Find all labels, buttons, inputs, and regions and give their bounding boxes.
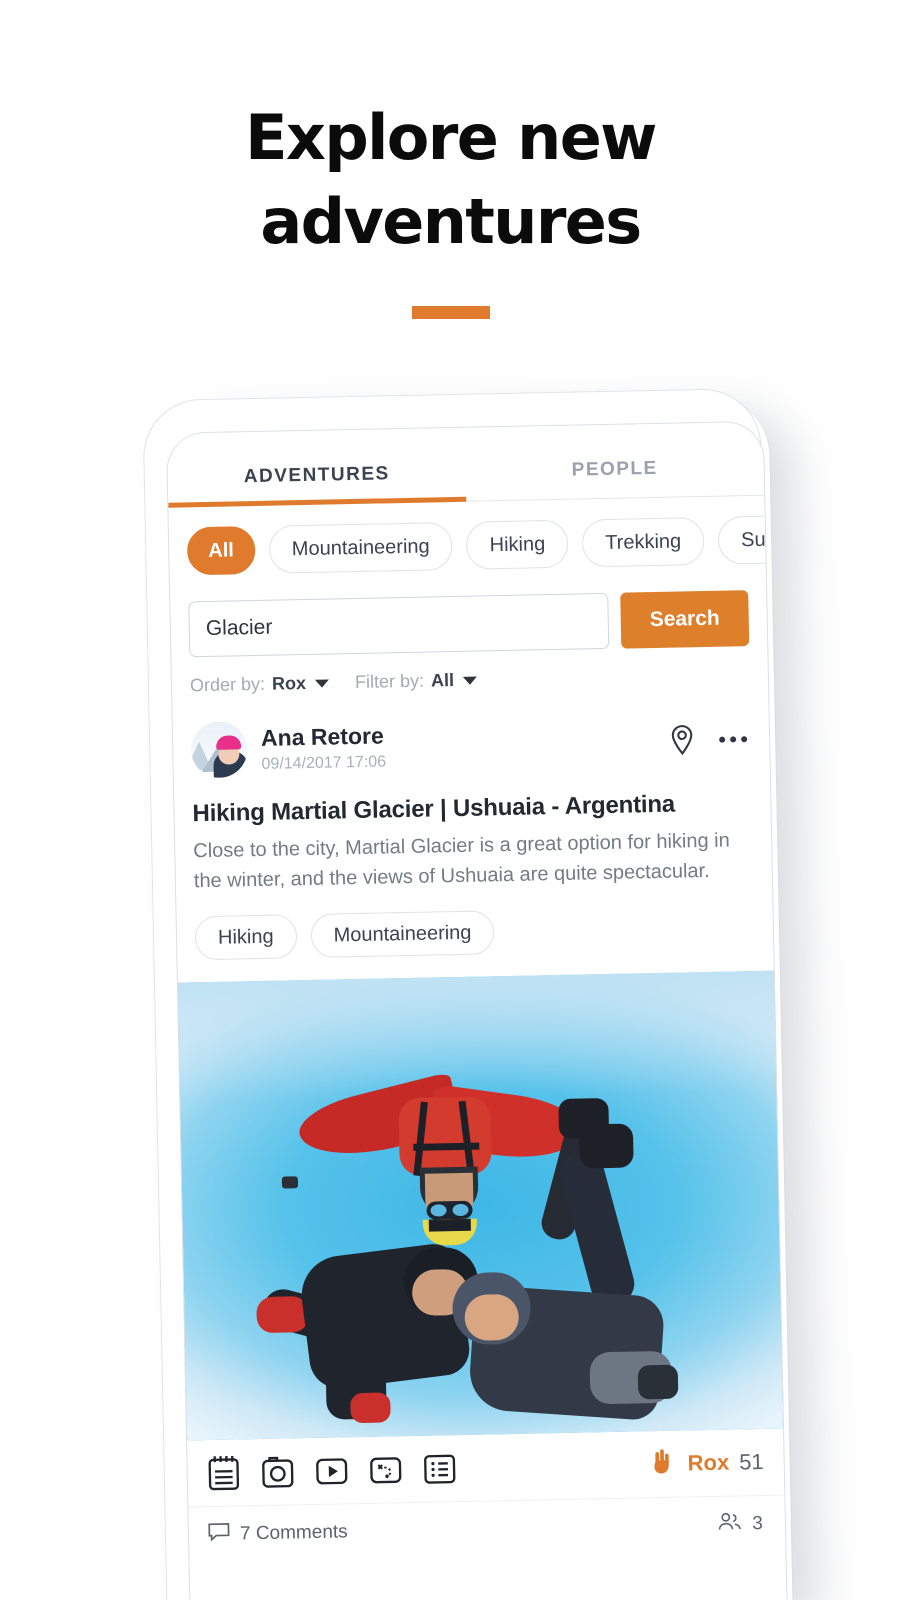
more-options-icon[interactable] [719,736,748,743]
post-author[interactable]: Ana Retore [261,716,667,752]
hero-section: Explore new adventures [0,96,901,319]
post-footer: 7 Comments 3 [188,1494,786,1567]
video-icon[interactable] [313,1451,350,1490]
search-input[interactable] [188,592,610,658]
chevron-down-icon [314,679,330,688]
post-header: Ana Retore 09/14/2017 17:06 [190,685,752,779]
route-icon[interactable] [367,1450,404,1489]
order-by-value: Rox [271,672,307,694]
post-date: 09/14/2017 17:06 [261,753,387,773]
rox-label: Rox [687,1449,730,1476]
comment-bubble-icon [207,1521,232,1548]
post-header-actions [667,722,752,758]
rox-hand-icon [647,1445,678,1483]
avatar[interactable] [190,721,248,779]
rox-score[interactable]: Rox 51 [647,1443,764,1482]
participants-count-label: 3 [752,1512,764,1534]
post-action-bar: Rox 51 [187,1428,785,1507]
filter-by-label: Filter by: [354,670,425,693]
comments-button[interactable]: 7 Comments [207,1518,348,1548]
phone-body: ADVENTURES PEOPLE All Mountaineering Hik… [142,387,787,1600]
post-author-block: Ana Retore 09/14/2017 17:06 [261,716,668,774]
rox-count: 51 [738,1448,764,1475]
order-by-dropdown[interactable]: Order by: Rox [189,672,330,697]
chip-mountaineering[interactable]: Mountaineering [268,522,454,574]
page-title: Explore new adventures [245,101,657,258]
location-pin-icon[interactable] [667,723,698,758]
hero-accent-rule [411,306,490,319]
list-icon[interactable] [421,1449,458,1488]
post-title[interactable]: Hiking Martial Glacier | Ushuaia - Argen… [192,789,752,828]
order-by-label: Order by: [189,673,266,696]
tab-bar: ADVENTURES PEOPLE [166,421,765,508]
camera-icon[interactable] [259,1452,296,1491]
comments-count-label: 7 Comments [239,1520,348,1544]
media-action-icons [205,1449,458,1492]
post-tag-row: Hiking Mountaineering [194,905,756,982]
tab-people-label: PEOPLE [571,457,658,481]
sky-haze [177,970,777,1103]
chip-all[interactable]: All [186,525,256,576]
category-chip-row[interactable]: All Mountaineering Hiking Trekking Surf [168,495,787,596]
participants-group[interactable]: 3 [717,1510,763,1538]
post-card: Ana Retore 09/14/2017 17:06 Hiking Marti… [172,685,774,983]
chevron-down-icon [462,676,478,685]
page-root: Explore new adventures ADVENTURES PEOPLE [0,0,901,1600]
people-icon [717,1510,744,1538]
filter-by-dropdown[interactable]: Filter by: All [354,670,478,693]
chip-trekking[interactable]: Trekking [581,516,705,568]
chip-hiking[interactable]: Hiking [466,519,569,570]
filter-by-value: All [430,670,455,691]
search-button[interactable]: Search [620,590,750,649]
journal-icon[interactable] [205,1453,242,1492]
chip-surf[interactable]: Surf [717,515,787,565]
tab-adventures-label: ADVENTURES [243,462,390,487]
post-tag-mountaineering[interactable]: Mountaineering [310,910,495,958]
tab-adventures[interactable]: ADVENTURES [167,428,466,507]
post-description: Close to the city, Martial Glacier is a … [193,829,730,893]
phone-mockup: ADVENTURES PEOPLE All Mountaineering Hik… [132,380,797,1600]
tab-people[interactable]: PEOPLE [465,422,764,501]
search-row: Search [170,584,767,658]
post-photo[interactable] [177,970,783,1441]
post-tag-hiking[interactable]: Hiking [194,914,298,961]
phone-screen: ADVENTURES PEOPLE All Mountaineering Hik… [166,421,787,1600]
